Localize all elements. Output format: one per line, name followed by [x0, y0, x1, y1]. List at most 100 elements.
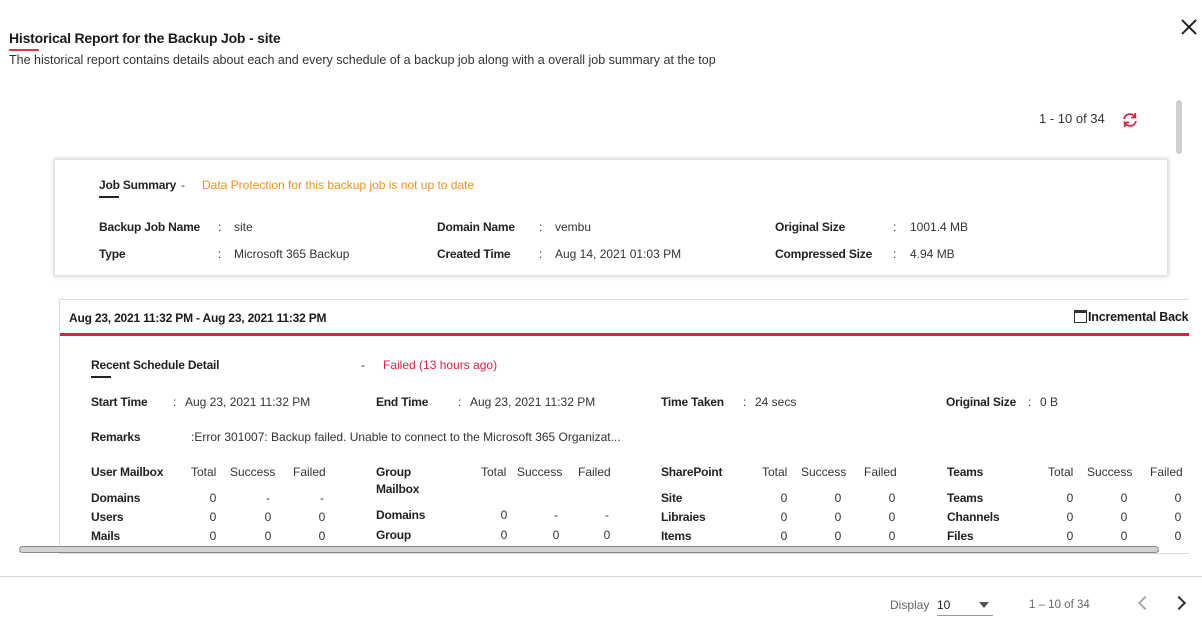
colon: :	[458, 395, 462, 409]
cell-total: 0	[500, 528, 508, 542]
type-label: Type	[99, 247, 126, 261]
separator: -	[181, 178, 185, 192]
page-subtitle: The historical report contains details a…	[9, 53, 716, 67]
cell-failed: -	[320, 491, 324, 505]
colon: :	[1028, 395, 1032, 409]
report-header: Historical Report for the Backup Job - s…	[9, 30, 716, 67]
backup-job-name-value: site	[234, 220, 253, 234]
section-underline	[91, 376, 111, 378]
compressed-size-label: Compressed Size	[775, 247, 873, 261]
job-summary-label: Job Summary	[99, 178, 177, 192]
horizontal-scrollbar[interactable]	[19, 546, 1159, 553]
col-success: Success	[230, 465, 276, 479]
group-mailbox-title: Group	[376, 465, 411, 479]
row-name: Group	[376, 528, 411, 542]
colon: :	[893, 220, 897, 234]
cell-failed: 0	[1174, 529, 1182, 543]
schedule-status: Failed (13 hours ago)	[383, 358, 498, 372]
refresh-icon[interactable]	[1121, 112, 1139, 128]
title-underline	[9, 49, 39, 51]
cell-total: 0	[209, 491, 217, 505]
schedule-range: Aug 23, 2021 11:32 PM - Aug 23, 2021 11:…	[69, 311, 327, 325]
sharepoint-title: SharePoint	[661, 465, 723, 479]
page-title: Historical Report for the Backup Job - s…	[9, 30, 281, 46]
row-name: Users	[91, 510, 124, 524]
group-mailbox-title-2: Mailbox	[376, 482, 420, 496]
col-total: Total	[1048, 465, 1074, 479]
colon: :	[893, 247, 897, 261]
cell-failed: 0	[1174, 510, 1182, 524]
cell-failed: 0	[888, 510, 896, 524]
original-size-label: Original Size	[775, 220, 846, 234]
created-time-label: Created Time	[437, 247, 511, 261]
cell-total: 0	[1066, 491, 1074, 505]
domain-name-label: Domain Name	[437, 220, 515, 234]
user-mailbox-title: User Mailbox	[91, 465, 164, 479]
colon: :	[218, 247, 222, 261]
cell-success: 0	[552, 528, 560, 542]
remarks-value: :Error 301007: Backup failed. Unable to …	[191, 430, 621, 444]
cell-success: 0	[834, 510, 842, 524]
row-name: Domains	[91, 491, 141, 505]
cell-success: 0	[1120, 510, 1128, 524]
sched-original-size-label: Original Size	[946, 395, 1017, 409]
chevron-down-icon	[979, 602, 989, 608]
backup-job-name-label: Backup Job Name	[99, 220, 201, 234]
close-icon[interactable]	[1178, 16, 1200, 38]
chevron-right-icon[interactable]	[1171, 595, 1187, 611]
start-time-label: Start Time	[91, 395, 148, 409]
start-time-value: Aug 23, 2021 11:32 PM	[185, 395, 311, 409]
remarks-label: Remarks	[91, 430, 141, 444]
chevron-left-icon[interactable]	[1137, 595, 1153, 611]
colon: :	[218, 220, 222, 234]
cell-total: 0	[209, 510, 217, 524]
cell-success: 0	[834, 529, 842, 543]
footer-divider	[0, 576, 1202, 577]
row-name: Teams	[947, 491, 984, 505]
page-size-value: 10	[937, 598, 951, 612]
calendar-icon	[1074, 310, 1087, 323]
cell-total: 0	[500, 508, 508, 522]
cell-failed: 0	[318, 529, 326, 543]
cell-success: 0	[1120, 529, 1128, 543]
cell-failed: 0	[888, 529, 896, 543]
cell-success: 0	[1120, 491, 1128, 505]
col-failed: Failed	[864, 465, 897, 479]
recent-schedule-label: Recent Schedule Detail	[91, 358, 220, 372]
cell-success: -	[266, 491, 270, 505]
cell-success: -	[554, 508, 558, 522]
cell-total: 0	[780, 529, 788, 543]
row-name: Channels	[947, 510, 1000, 524]
cell-failed: 0	[888, 491, 896, 505]
col-total: Total	[481, 465, 507, 479]
row-name: Mails	[91, 529, 121, 543]
vertical-scrollbar[interactable]	[1176, 100, 1182, 154]
end-time-label: End Time	[376, 395, 429, 409]
cell-total: 0	[780, 510, 788, 524]
cell-failed: -	[605, 508, 609, 522]
job-summary-card: Job Summary - Data Protection for this b…	[54, 159, 1168, 276]
cell-failed: 0	[1174, 491, 1182, 505]
type-value: Microsoft 365 Backup	[234, 247, 350, 261]
schedule-type-label: Incremental Backu	[1088, 310, 1189, 324]
display-label: Display	[890, 598, 930, 612]
end-time-value: Aug 23, 2021 11:32 PM	[470, 395, 596, 409]
cell-total: 0	[1066, 529, 1074, 543]
page-size-select[interactable]: 10	[937, 596, 993, 616]
compressed-size-value: 4.94 MB	[910, 247, 955, 261]
colon: :	[539, 247, 543, 261]
schedule-type: Incremental Backu	[1074, 310, 1189, 324]
row-name: Files	[947, 529, 974, 543]
col-total: Total	[191, 465, 217, 479]
domain-name-value: vembu	[555, 220, 592, 234]
time-taken-value: 24 secs	[755, 395, 797, 409]
colon: :	[173, 395, 177, 409]
colon: :	[539, 220, 543, 234]
schedule-header[interactable]: Aug 23, 2021 11:32 PM - Aug 23, 2021 11:…	[60, 300, 1189, 336]
cell-success: 0	[264, 529, 272, 543]
col-failed: Failed	[293, 465, 326, 479]
job-summary-status: Data Protection for this backup job is n…	[202, 178, 475, 192]
section-underline	[99, 196, 119, 198]
sched-original-size-value: 0 B	[1040, 395, 1059, 409]
cell-total: 0	[1066, 510, 1074, 524]
